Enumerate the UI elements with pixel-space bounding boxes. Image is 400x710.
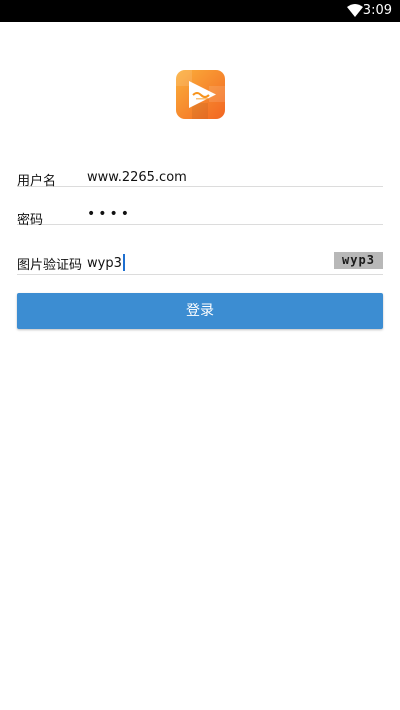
captcha-input-text: wyp3 <box>87 256 122 271</box>
username-field[interactable]: 用户名 www.2265.com <box>17 165 383 189</box>
app-logo <box>176 70 225 119</box>
username-label: 用户名 <box>17 174 57 189</box>
status-bar: 3:09 <box>0 0 400 22</box>
password-field[interactable]: 密码 •••• <box>17 203 383 228</box>
text-cursor <box>122 254 125 271</box>
captcha-label: 图片验证码 <box>17 258 83 273</box>
status-time: 3:09 <box>362 3 392 18</box>
login-button[interactable]: 登录 <box>17 293 383 329</box>
password-label: 密码 <box>17 213 44 228</box>
captcha-image[interactable]: wyp3 <box>334 252 383 269</box>
captcha-field[interactable]: 图片验证码 wyp3 wyp3 <box>17 246 383 275</box>
app-logo-play-icon <box>176 70 225 119</box>
captcha-input[interactable]: wyp3 <box>87 254 125 271</box>
password-input[interactable]: •••• <box>87 206 132 222</box>
username-input[interactable]: www.2265.com <box>87 170 187 185</box>
wifi-icon <box>347 4 363 17</box>
